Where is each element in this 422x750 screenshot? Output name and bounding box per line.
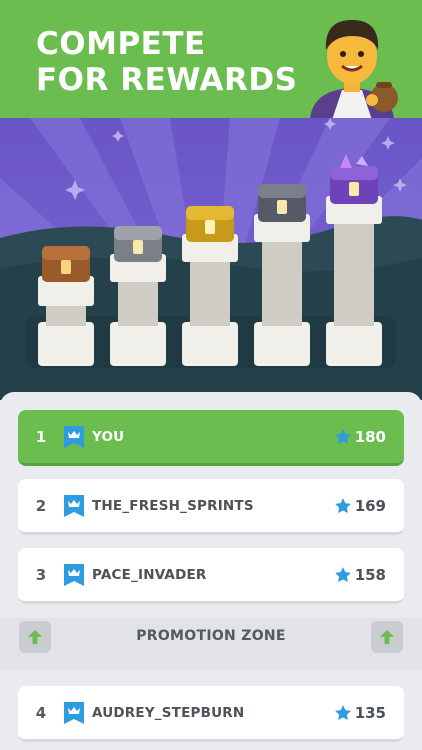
- leaderboard-row[interactable]: 2 THE_FRESH_SPRINTS 169: [18, 479, 404, 535]
- score-value: 135: [354, 703, 386, 722]
- pedestal-3: [182, 206, 238, 366]
- rank-number: 2: [35, 496, 47, 515]
- rank-number: 4: [35, 703, 47, 722]
- player-name: THE_FRESH_SPRINTS: [92, 497, 254, 514]
- crown-flag-icon: [64, 425, 84, 448]
- promotion-zone-divider: PROMOTION ZONE: [0, 618, 422, 670]
- pedestals-illustration: [0, 118, 422, 400]
- star-icon: [334, 704, 351, 720]
- leaderboard-row[interactable]: 3 PACE_INVADER 158: [18, 548, 404, 604]
- leaderboard-row-you[interactable]: 1 YOU 180: [18, 410, 404, 466]
- headline-line-1: COMPETE: [36, 26, 206, 62]
- star-icon: [334, 566, 351, 582]
- rank-number: 3: [35, 565, 47, 584]
- star-icon: [334, 428, 351, 444]
- player-name: AUDREY_STEPBURN: [92, 704, 245, 721]
- score-value: 180: [354, 427, 386, 446]
- pedestal-2: [110, 226, 166, 366]
- pedestal-4: [254, 184, 310, 366]
- score-value: 169: [354, 496, 386, 515]
- star-icon: [334, 497, 351, 513]
- crown-flag-icon: [64, 701, 84, 724]
- mascot-avatar: [310, 20, 398, 118]
- pedestal-1: [38, 246, 94, 366]
- headline-line-2: FOR REWARDS: [36, 62, 298, 98]
- score-value: 158: [354, 565, 386, 584]
- rank-number: 1: [35, 427, 47, 446]
- player-name: YOU: [92, 428, 125, 445]
- crown-flag-icon: [64, 494, 84, 517]
- crown-flag-icon: [64, 563, 84, 586]
- pedestal-5: [326, 154, 382, 366]
- player-score: 135: [334, 704, 386, 722]
- player-score: 158: [334, 566, 386, 584]
- headline: COMPETE FOR REWARDS: [36, 26, 297, 98]
- promotion-arrow-right[interactable]: [371, 621, 403, 653]
- player-score: 180: [334, 428, 386, 446]
- player-score: 169: [334, 497, 386, 515]
- leaderboard-row[interactable]: 4 AUDREY_STEPBURN 135: [18, 686, 404, 742]
- promotion-zone-label: PROMOTION ZONE: [136, 628, 286, 644]
- reward-chests-scene: [0, 118, 422, 400]
- player-name: PACE_INVADER: [92, 566, 207, 583]
- header-banner: COMPETE FOR REWARDS: [0, 0, 422, 118]
- arrow-up-icon: [380, 630, 394, 644]
